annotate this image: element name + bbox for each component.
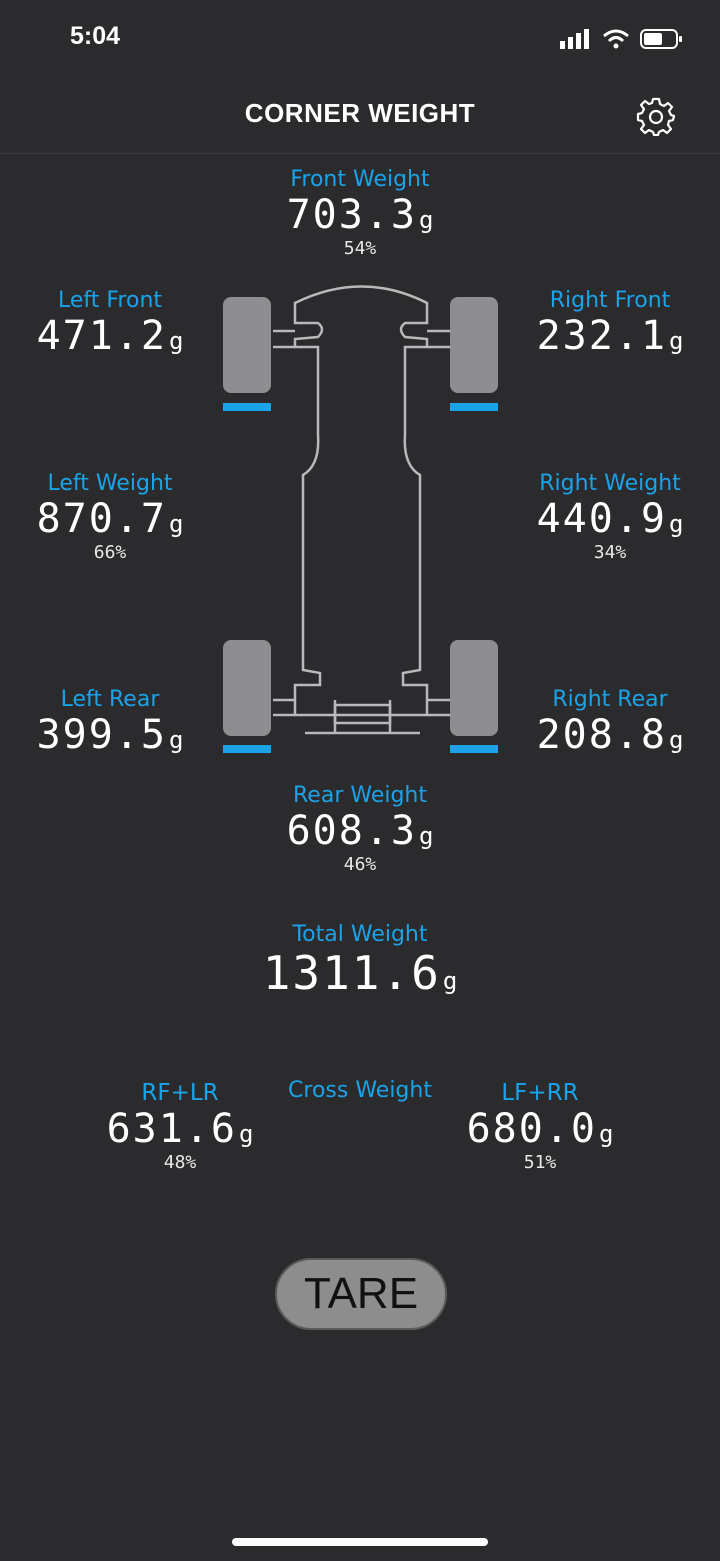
left-weight-block: Left Weight 870.7g 66% [20,471,200,563]
right-front-value: 232.1g [536,313,684,359]
tire-right-front [450,297,498,393]
indicator-left-rear [223,745,271,753]
indicator-left-front [223,403,271,411]
lf-rr-block: LF+RR 680.0g 51% [450,1080,630,1173]
indicator-right-front [450,403,498,411]
rear-weight-label: Rear Weight [293,783,427,808]
header-divider [0,153,720,154]
tire-left-front [223,297,271,393]
lf-rr-label: LF+RR [501,1080,579,1106]
rear-weight-value: 608.3g [286,808,434,854]
cross-weight-label-block: Cross Weight [260,1078,460,1103]
rf-lr-label: RF+LR [141,1080,219,1106]
tire-right-rear [450,640,498,736]
rear-weight-percent: 46% [343,854,377,875]
total-weight-label: Total Weight [292,922,428,947]
tire-left-rear [223,640,271,736]
rf-lr-percent: 48% [163,1152,197,1173]
wifi-icon [603,29,629,49]
rf-lr-block: RF+LR 631.6g 48% [90,1080,270,1173]
left-rear-value: 399.5g [36,712,184,758]
right-weight-value: 440.9g [536,496,684,542]
gear-icon[interactable] [636,96,676,136]
left-weight-percent: 66% [93,542,127,563]
front-weight-value: 703.3g [286,192,434,238]
right-weight-percent: 34% [593,542,627,563]
front-weight-block: Front Weight 703.3g 54% [260,167,460,259]
lf-rr-value: 680.0g [466,1106,614,1152]
cross-weight-label: Cross Weight [288,1078,432,1103]
battery-icon [640,29,682,49]
left-rear-label: Left Rear [60,687,160,712]
signal-icon [560,29,589,49]
rf-lr-value: 631.6g [106,1106,254,1152]
right-front-label: Right Front [549,288,671,313]
left-weight-value: 870.7g [36,496,184,542]
home-indicator[interactable] [232,1538,488,1546]
lf-rr-percent: 51% [523,1152,557,1173]
front-weight-label: Front Weight [290,167,430,192]
front-weight-percent: 54% [343,238,377,259]
left-weight-label: Left Weight [47,471,173,496]
total-weight-block: Total Weight 1311.6g [245,922,475,1000]
status-time: 5:04 [70,22,121,50]
right-weight-label: Right Weight [539,471,681,496]
tare-button[interactable]: TARE [275,1258,447,1330]
car-chassis-diagram [223,285,498,753]
total-weight-value: 1311.6g [262,946,458,1000]
right-rear-label: Right Rear [552,687,668,712]
left-rear-block: Left Rear 399.5g [20,687,200,758]
right-front-block: Right Front 232.1g [520,288,700,359]
left-front-label: Left Front [57,288,163,313]
right-rear-block: Right Rear 208.8g [520,687,700,758]
rear-weight-block: Rear Weight 608.3g 46% [260,783,460,875]
chassis-outline [293,285,429,717]
status-icons [560,26,684,52]
left-front-value: 471.2g [36,313,184,359]
right-rear-value: 208.8g [536,712,684,758]
left-front-block: Left Front 471.2g [20,288,200,359]
page-title: CORNER WEIGHT [244,98,476,128]
right-weight-block: Right Weight 440.9g 34% [520,471,700,563]
indicator-right-rear [450,745,498,753]
